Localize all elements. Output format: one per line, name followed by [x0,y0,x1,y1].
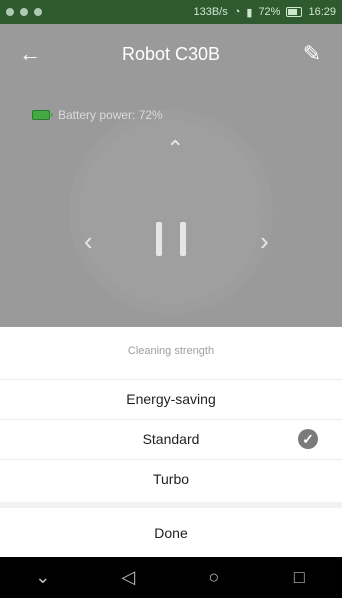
wifi-icon: ◔ [233,6,241,18]
nav-recents-button[interactable]: □ [274,558,324,598]
network-speed: 133B/s [193,6,228,18]
nav-home-button[interactable]: ○ [189,558,239,598]
battery-status: Battery power: 72% [32,108,163,122]
status-icons-right: 133B/s ◔ ▮ 72% 16:29 [193,6,336,19]
chevron-right-icon: › [260,226,269,256]
status-bar: 133B/s ◔ ▮ 72% 16:29 [0,0,342,24]
pause-icon [156,222,162,256]
cleaning-strength-sheet: Cleaning strength Energy-saving Standard… [0,327,342,557]
option-standard[interactable]: Standard ✓ [0,419,342,458]
triangle-back-icon: ◁ [121,567,136,587]
turn-right-button[interactable]: › [260,226,269,257]
option-label: Energy-saving [126,391,216,407]
signal-icon: ▮ [246,6,253,19]
check-icon: ✓ [298,429,318,449]
turn-left-button[interactable]: ‹ [84,226,93,257]
done-label: Done [154,525,188,541]
pause-icon [180,222,186,256]
edit-button[interactable]: ✎ [290,24,334,84]
arrow-left-icon: ← [19,41,41,66]
status-icons-left [6,8,42,16]
square-recents-icon: □ [293,567,305,587]
chevron-down-icon: ⌄ [35,567,51,587]
page-title: Robot C30B [121,43,221,64]
time: 16:29 [308,6,336,18]
move-forward-button[interactable]: ⌃ [166,136,184,162]
notification-dot-icon [34,8,42,16]
pencil-icon: ✎ [302,41,322,66]
back-button[interactable]: ← [8,24,52,84]
nav-hide-button[interactable]: ⌄ [18,558,68,598]
app-bar: ← Robot C30B ✎ [0,24,342,84]
option-label: Standard [142,431,200,447]
circle-home-icon: ○ [208,567,220,587]
sheet-divider [0,502,342,508]
system-nav-bar: ⌄ ◁ ○ □ [0,557,342,598]
battery-icon [286,7,303,17]
done-button[interactable]: Done [0,513,342,553]
option-label: Turbo [152,471,190,487]
nav-back-button[interactable]: ◁ [103,558,153,598]
notification-dot-icon [6,8,14,16]
option-energy-saving[interactable]: Energy-saving [0,379,342,418]
battery-percent: 72% [258,6,281,18]
sheet-title: Cleaning strength [127,345,215,357]
option-turbo[interactable]: Turbo [0,459,342,498]
battery-label: Battery power: 72% [58,108,163,122]
chevron-left-icon: ‹ [84,226,93,256]
pause-button[interactable] [156,222,186,256]
chevron-up-icon: ⌃ [166,136,185,161]
battery-icon [32,110,53,120]
notification-dot-icon [20,8,28,16]
